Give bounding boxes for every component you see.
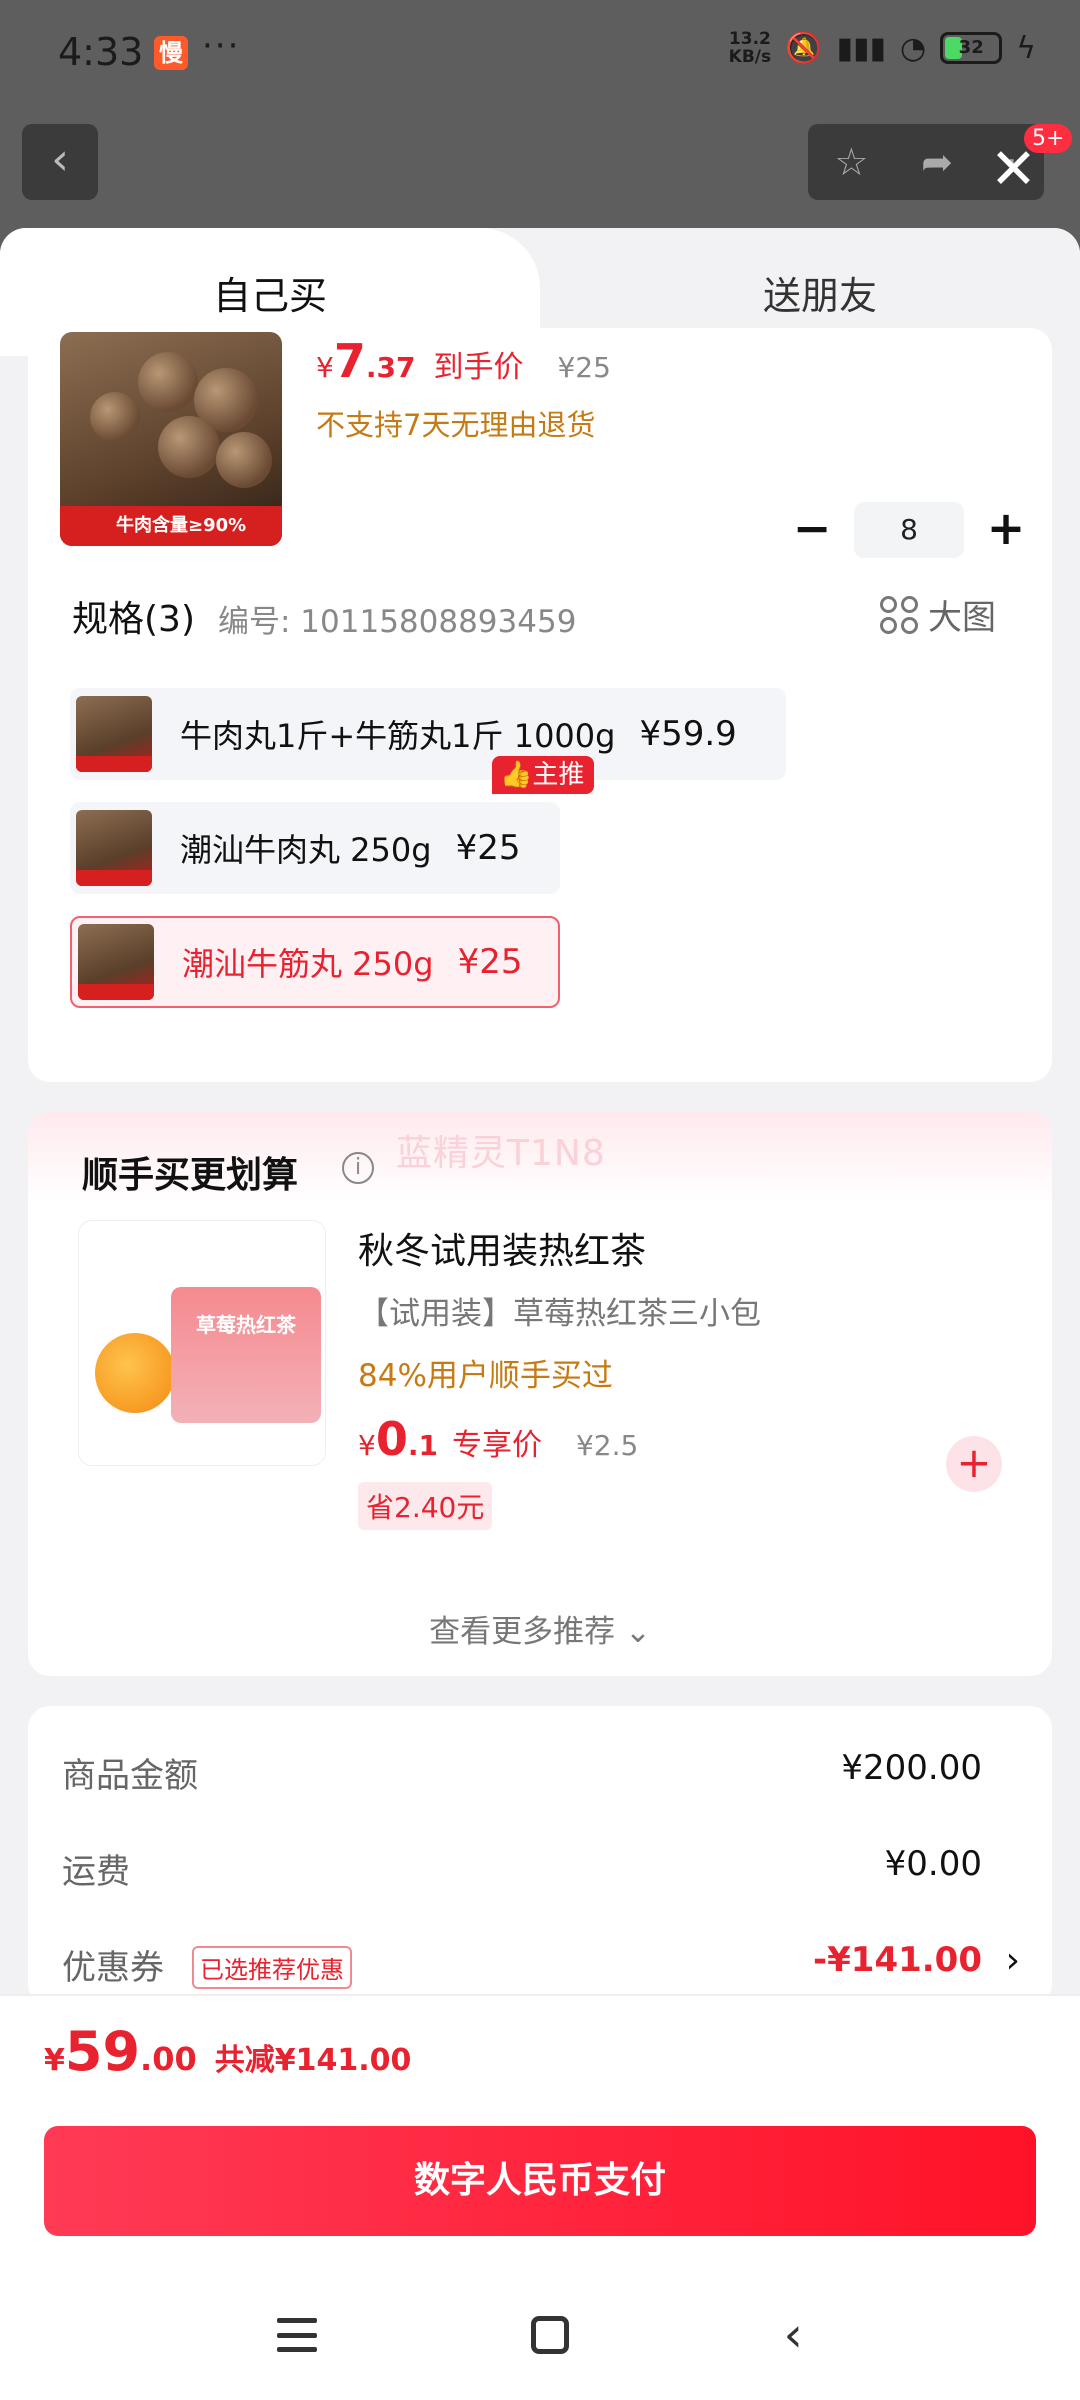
variant-option-selected[interactable]: 潮汕牛筋丸 250g ¥25 <box>70 916 560 1008</box>
coupon-tag: 已选推荐优惠 <box>192 1946 352 1989</box>
add-addon-button[interactable]: + <box>946 1436 1002 1492</box>
shipping-label: 运费 <box>62 1852 130 1892</box>
spec-title: 规格(3) <box>72 599 195 640</box>
signal-5g-icon: ▮▮▮ <box>836 30 887 66</box>
addon-card: 蓝精灵T1N8 顺手买更划算 i 草莓热红茶 秋冬试用装热红茶 【试用装】草莓热… <box>28 1112 1052 1676</box>
addon-price: ¥ 0 .1 专享价 ¥2.5 <box>358 1412 639 1466</box>
spec-code: 编号: 10115808893459 <box>218 604 577 640</box>
savings-badge: 省2.40元 <box>358 1482 493 1530</box>
close-icon[interactable]: ✕ <box>990 142 1037 198</box>
product-price: ¥ 7 .37 到手价 ¥25 <box>316 334 611 388</box>
variant-thumb <box>76 696 152 772</box>
mute-icon: 🔕 <box>785 30 823 66</box>
tea-bag-graphic: 草莓热红茶 <box>171 1287 321 1423</box>
return-policy-notice: 不支持7天无理由退货 <box>316 408 596 442</box>
shipping-value: ¥0.00 <box>884 1844 982 1884</box>
info-icon[interactable]: i <box>342 1152 374 1184</box>
variant-option[interactable]: 牛肉丸1斤+牛筋丸1斤 1000g ¥59.9 <box>70 688 786 780</box>
app-notification-icon: 慢 <box>154 36 188 70</box>
menu-icon[interactable] <box>277 2318 318 2352</box>
decrease-button[interactable]: − <box>782 500 842 560</box>
addon-product-image[interactable]: 草莓热红茶 <box>78 1220 326 1466</box>
increase-button[interactable]: + <box>976 500 1036 560</box>
total-reduction: 共减¥141.00 <box>214 2043 412 2078</box>
total-price: ¥ 59 .00 共减¥141.00 <box>44 2020 412 2083</box>
addon-description: 【试用装】草莓热红茶三小包 <box>358 1296 761 1332</box>
status-icons: 13.2 KB/s 🔕 ▮▮▮ ◔ 32 ϟ <box>729 30 1036 66</box>
checkout-bar: ¥ 59 .00 共减¥141.00 数字人民币支付 ‹ <box>0 1994 1080 2400</box>
variant-thumb <box>78 924 154 1000</box>
recommend-badge: 👍主推 <box>492 756 595 794</box>
goods-amount-value: ¥200.00 <box>841 1748 982 1788</box>
quantity-value[interactable]: 8 <box>854 502 964 558</box>
big-image-button[interactable]: 大图 <box>880 590 996 639</box>
addon-title: 顺手买更划算 <box>82 1155 299 1196</box>
product-image[interactable]: SF 牛肉含量≥90% <box>60 332 282 546</box>
system-nav-bar: ‹ <box>0 2270 1080 2400</box>
back-icon[interactable]: ‹ <box>784 2307 803 2363</box>
battery-icon: 32 <box>940 32 1003 64</box>
more-notifications-icon: ··· <box>202 26 241 66</box>
share-icon[interactable]: ➦ <box>921 140 953 184</box>
product-image-banner: 牛肉含量≥90% <box>60 506 282 546</box>
addon-name[interactable]: 秋冬试用装热红茶 <box>358 1222 646 1274</box>
orange-graphic <box>95 1333 175 1413</box>
star-icon[interactable]: ☆ <box>834 140 868 184</box>
pay-button[interactable]: 数字人民币支付 <box>44 2126 1036 2236</box>
coupon-value[interactable]: -¥141.00 <box>813 1940 982 1980</box>
status-bar: 4:33 慢 ··· 13.2 KB/s 🔕 ▮▮▮ ◔ 32 ϟ <box>0 0 1080 110</box>
wifi-icon: ◔ <box>900 30 927 66</box>
addon-buy-rate: 84%用户顺手买过 <box>358 1358 613 1394</box>
charging-icon: ϟ <box>1016 30 1036 66</box>
price-label: 到手价 <box>433 350 524 385</box>
net-speed: 13.2 KB/s <box>728 29 772 67</box>
back-button[interactable]: ‹ <box>22 124 98 200</box>
more-recommendations-link[interactable]: 查看更多推荐 ⌄ <box>28 1606 1052 1651</box>
chevron-right-icon[interactable]: › <box>1006 1940 1020 1981</box>
product-card: SF 牛肉含量≥90% ¥ 7 .37 到手价 ¥25 不支持7天无理由退货 −… <box>28 328 1052 1082</box>
chevron-down-icon: ⌄ <box>624 1614 651 1650</box>
watermark: 蓝精灵T1N8 <box>396 1133 606 1174</box>
thumbs-up-icon: 👍 <box>500 760 533 790</box>
original-price: ¥25 <box>557 351 611 384</box>
coupon-label: 优惠券 <box>62 1948 164 1988</box>
order-summary: 商品金额 ¥200.00 运费 ¥0.00 优惠券 已选推荐优惠 -¥141.0… <box>28 1706 1052 2006</box>
variant-thumb <box>76 810 152 886</box>
grid-view-icon <box>880 595 918 634</box>
home-icon[interactable] <box>531 2316 570 2354</box>
goods-amount-label: 商品金额 <box>62 1756 198 1796</box>
quantity-stepper: − 8 + <box>782 500 1036 560</box>
status-time: 4:33 <box>58 30 144 74</box>
variant-option[interactable]: 潮汕牛肉丸 250g ¥25 <box>70 802 560 894</box>
